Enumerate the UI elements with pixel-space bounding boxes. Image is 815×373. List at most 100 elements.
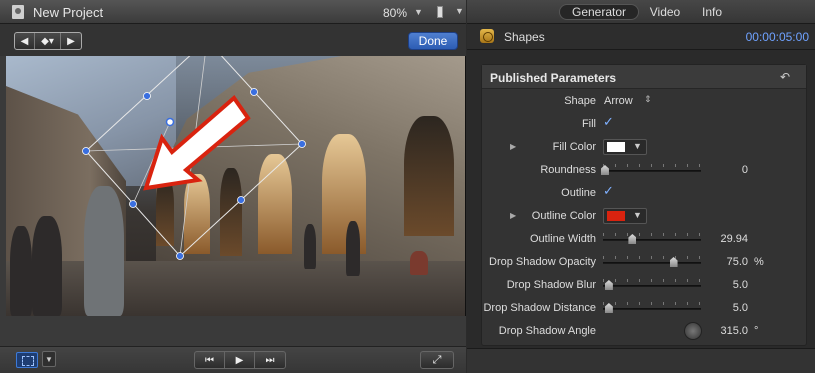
shadow-opacity-value[interactable]: 75.0 xyxy=(727,256,748,268)
param-shadow-distance: Drop Shadow Distance 5.0 xyxy=(482,298,806,320)
generator-name: Shapes xyxy=(504,30,545,44)
zoom-level[interactable]: 80% xyxy=(383,6,407,20)
disclosure-triangle-icon[interactable]: ▶ xyxy=(510,211,516,220)
slider-ticks xyxy=(603,279,701,282)
param-shape: Shape Arrow ⇕ xyxy=(482,91,806,113)
viewer-panel: New Project 80% ▼ ▼ ◀ ◆▾ ▶ Done ▼ ⏮ ▶ ⏭ … xyxy=(0,0,466,373)
published-parameters-panel: Published Parameters ↶ Shape Arrow ⇕ Fil… xyxy=(481,64,807,346)
tab-video[interactable]: Video xyxy=(645,4,685,20)
inspector-footer xyxy=(467,348,815,373)
timecode: 00:00:05:00 xyxy=(745,30,809,44)
reset-icon[interactable]: ↶ xyxy=(780,70,790,84)
previous-edit-button[interactable]: ⏮ xyxy=(195,352,225,368)
done-button[interactable]: Done xyxy=(408,32,458,50)
param-label: Outline Width xyxy=(529,233,596,245)
viewer-header: New Project 80% ▼ ▼ xyxy=(0,0,466,24)
shadow-opacity-slider[interactable] xyxy=(603,256,701,267)
inspector-header: Shapes 00:00:05:00 xyxy=(467,24,815,50)
previous-keyframe-button[interactable]: ◀ xyxy=(15,33,35,49)
chevron-right-icon: ▶ xyxy=(67,35,75,47)
param-label: Shape xyxy=(564,95,596,107)
param-roundness: Roundness 0 xyxy=(482,160,806,182)
disclosure-triangle-icon[interactable]: ▶ xyxy=(510,142,516,151)
viewer-bottom-bar: ▼ ⏮ ▶ ⏭ ⤢ xyxy=(0,346,466,373)
param-shadow-opacity: Drop Shadow Opacity 75.0 % xyxy=(482,252,806,274)
slider-ticks xyxy=(603,256,701,259)
shape-popup[interactable]: Arrow xyxy=(604,95,633,107)
roundness-value[interactable]: 0 xyxy=(742,164,748,176)
param-label: Roundness xyxy=(540,164,596,176)
param-shadow-blur: Drop Shadow Blur 5.0 xyxy=(482,275,806,297)
video-canvas[interactable] xyxy=(6,56,465,316)
project-title: New Project xyxy=(33,5,104,20)
outline-color-well[interactable]: ▼ xyxy=(603,208,647,224)
play-icon: ▶ xyxy=(235,354,244,366)
control-point[interactable] xyxy=(82,147,90,155)
outline-width-slider[interactable] xyxy=(603,233,701,244)
params-header: Published Parameters ↶ xyxy=(482,65,806,89)
control-point[interactable] xyxy=(250,88,258,96)
chevron-down-icon: ▼ xyxy=(633,141,642,151)
add-keyframe-button[interactable]: ◆▾ xyxy=(35,33,61,49)
shadow-angle-value[interactable]: 315.0 xyxy=(720,325,748,337)
tab-info[interactable]: Info xyxy=(695,4,729,20)
stepper-icon[interactable]: ⇕ xyxy=(644,94,652,105)
fill-color-well[interactable]: ▼ xyxy=(603,139,647,155)
view-options-button[interactable]: ▼ xyxy=(427,4,464,20)
viewer-bottom: ▼ ⏮ ▶ ⏭ ⤢ xyxy=(0,316,466,373)
shape-onscreen-controls[interactable] xyxy=(6,56,465,316)
param-label: Drop Shadow Angle xyxy=(498,325,596,337)
fill-checkbox[interactable] xyxy=(603,114,615,130)
inspector-tabs: Generator Video Info xyxy=(467,0,815,24)
control-point[interactable] xyxy=(298,140,306,148)
slider-ticks xyxy=(603,302,701,305)
control-point[interactable] xyxy=(129,200,137,208)
roundness-slider[interactable] xyxy=(600,164,701,175)
chevron-left-icon: ◀ xyxy=(20,35,29,47)
param-shadow-angle: Drop Shadow Angle 315.0 ° xyxy=(482,321,806,343)
control-point[interactable] xyxy=(237,196,245,204)
control-point[interactable] xyxy=(176,252,184,260)
onscreen-controls-toolbar: ◀ ◆▾ ▶ Done xyxy=(0,24,466,56)
outline-width-value[interactable]: 29.94 xyxy=(720,233,748,245)
next-keyframe-button[interactable]: ▶ xyxy=(61,33,81,49)
param-label: Fill Color xyxy=(552,141,596,153)
fullscreen-icon: ⤢ xyxy=(432,353,442,366)
param-label: Drop Shadow Blur xyxy=(506,279,596,291)
tab-generator[interactable]: Generator xyxy=(559,4,639,20)
shadow-distance-slider[interactable] xyxy=(603,302,701,313)
zoom-dropdown-icon[interactable]: ▼ xyxy=(414,7,423,17)
skip-forward-icon: ⏭ xyxy=(265,354,275,366)
shadow-distance-value[interactable]: 5.0 xyxy=(733,302,748,314)
param-label: Fill xyxy=(581,118,596,130)
play-button[interactable]: ▶ xyxy=(225,352,255,368)
param-label: Drop Shadow Distance xyxy=(483,302,596,314)
transform-crop-button[interactable] xyxy=(16,352,38,368)
section-title: Published Parameters xyxy=(490,71,617,85)
inspector-panel: Generator Video Info Shapes 00:00:05:00 … xyxy=(467,0,815,373)
color-chip xyxy=(607,142,625,152)
shadow-angle-dial[interactable] xyxy=(684,322,702,340)
view-options-icon xyxy=(437,6,443,18)
param-outline-color: ▶ Outline Color ▼ xyxy=(482,206,806,228)
color-chip xyxy=(607,211,625,221)
keyframe-nav-group: ◀ ◆▾ ▶ xyxy=(14,32,82,50)
param-label: Drop Shadow Opacity xyxy=(489,256,596,268)
outline-checkbox[interactable] xyxy=(603,183,615,199)
param-outline-width: Outline Width 29.94 xyxy=(482,229,806,251)
chevron-down-icon: ▼ xyxy=(455,6,464,16)
keyframe-icon: ◆▾ xyxy=(41,35,54,47)
param-label: Outline Color xyxy=(531,210,596,222)
degree-unit: ° xyxy=(754,325,759,337)
next-edit-button[interactable]: ⏭ xyxy=(255,352,285,368)
param-fill: Fill xyxy=(482,114,806,136)
fullscreen-button[interactable]: ⤢ xyxy=(420,351,454,369)
percent-unit: % xyxy=(754,256,764,268)
shadow-blur-value[interactable]: 5.0 xyxy=(733,279,748,291)
shadow-blur-slider[interactable] xyxy=(603,279,701,290)
control-point[interactable] xyxy=(143,92,151,100)
chevron-down-icon[interactable]: ▼ xyxy=(42,351,56,367)
chevron-down-icon: ▼ xyxy=(633,210,642,220)
slider-ticks xyxy=(603,164,701,167)
rotation-handle[interactable] xyxy=(165,117,175,127)
